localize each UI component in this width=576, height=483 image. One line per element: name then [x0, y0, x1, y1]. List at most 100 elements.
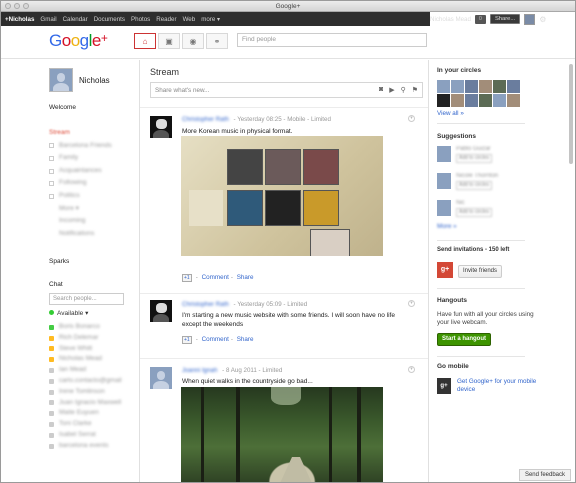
share-box[interactable]: Share what's new... ◙ ▶ ⚲ ⚑ [150, 82, 423, 98]
chat-contact[interactable]: Maite Euyuen [49, 408, 122, 419]
chat-contact[interactable]: Juan Ignacio Maxwell [49, 398, 122, 409]
post-menu-button[interactable]: ▾ [408, 300, 415, 307]
chat-contact[interactable]: Steve Whitt [49, 344, 122, 355]
link-icon[interactable]: ⚲ [401, 86, 406, 94]
chat-contact[interactable]: barcelona events [49, 441, 122, 452]
gbar-more[interactable]: more ▾ [201, 16, 220, 23]
comment-link[interactable]: Comment [202, 274, 229, 281]
suggestion-item[interactable]: Pablo Guizar Add to circles [437, 146, 493, 163]
circle-checkbox[interactable] [49, 168, 54, 174]
avatar[interactable] [493, 94, 506, 107]
suggestion-item[interactable]: Nic Add to circles [437, 200, 493, 217]
chat-contact[interactable]: Isabel Serrat [49, 430, 122, 441]
home-icon[interactable]: ⌂ [134, 33, 156, 49]
plus-one-button[interactable]: +1 [182, 336, 192, 344]
chat-contact[interactable]: Boris Bonarco [49, 322, 122, 333]
stream-filter-item[interactable]: Incoming [49, 215, 112, 228]
chat-contact[interactable]: Ian Mead [49, 365, 122, 376]
post-visibility[interactable]: Limited [287, 301, 307, 308]
scrollbar[interactable] [568, 60, 574, 470]
add-to-circles-button[interactable]: Add to circles [456, 207, 493, 217]
gbar-calendar[interactable]: Calendar [63, 16, 88, 23]
welcome-link[interactable]: Welcome [49, 104, 76, 111]
stream-filter-item[interactable]: Following [49, 177, 112, 190]
gbar-documents[interactable]: Documents [94, 16, 125, 23]
search-input[interactable]: Find people [237, 33, 427, 47]
suggestion-name[interactable]: Nic [456, 200, 492, 208]
minimize-window-button[interactable] [14, 3, 20, 9]
gear-icon[interactable]: ⚙ [539, 15, 546, 24]
circle-checkbox[interactable] [49, 181, 54, 187]
avatar[interactable] [465, 94, 478, 107]
camera-icon[interactable]: ◙ [379, 86, 383, 94]
gbar-avatar[interactable] [524, 13, 536, 25]
scrollbar-thumb[interactable] [569, 64, 573, 164]
post-menu-button[interactable]: ▾ [408, 115, 415, 122]
comment-link[interactable]: Comment [202, 336, 229, 343]
circle-checkbox[interactable] [49, 143, 54, 149]
gbar-photos[interactable]: Photos [131, 16, 150, 23]
stream-filter-item[interactable]: Family [49, 152, 112, 165]
more-suggestions-link[interactable]: More » [437, 223, 457, 230]
post-author[interactable]: Christopher Rath [182, 301, 229, 308]
chat-contact[interactable]: Irene Tomlinson [49, 387, 122, 398]
suggestion-name[interactable]: Pablo Guizar [456, 146, 492, 154]
chat-contact[interactable]: Rich Delemar [49, 333, 122, 344]
profile-summary[interactable]: Nicholas [49, 68, 110, 92]
post-time[interactable]: 8 Aug 2011 [226, 367, 257, 374]
profile-name[interactable]: Nicholas [79, 76, 110, 85]
avatar[interactable] [451, 80, 464, 93]
location-icon[interactable]: ⚑ [412, 86, 418, 94]
stream-filter-item[interactable]: Acquaintances [49, 165, 112, 178]
avatar[interactable] [493, 80, 506, 93]
zoom-window-button[interactable] [23, 3, 29, 9]
chat-status-select[interactable]: Available ▾ [49, 309, 88, 317]
get-mobile-link[interactable]: Get Google+ for your mobile device [457, 378, 537, 394]
gbar-plus-profile[interactable]: +Nicholas [5, 16, 34, 23]
post-menu-button[interactable]: ▾ [408, 366, 415, 373]
close-window-button[interactable] [5, 3, 11, 9]
post-author-avatar[interactable] [150, 300, 172, 322]
gbar-gmail[interactable]: Gmail [40, 16, 56, 23]
chat-contact[interactable]: carlo.contacto@gmail [49, 376, 122, 387]
gbar-share-button[interactable]: Share... [489, 14, 521, 24]
avatar[interactable] [507, 94, 520, 107]
stream-filter-item[interactable]: Politics [49, 190, 112, 203]
stream-filter-item[interactable]: Barcelona Friends [49, 140, 112, 153]
share-link[interactable]: Share [237, 336, 254, 343]
avatar[interactable] [479, 94, 492, 107]
notification-count[interactable]: 0 [474, 14, 486, 24]
stream-filter-item[interactable]: More ▾ [49, 203, 112, 216]
stream-filter-item[interactable]: Notifications [49, 228, 112, 241]
post-visibility[interactable]: Limited [262, 367, 282, 374]
avatar[interactable] [451, 94, 464, 107]
plus-one-button[interactable]: +1 [182, 274, 192, 282]
add-to-circles-button[interactable]: Add to circles [456, 180, 493, 190]
chat-search-input[interactable]: Search people... [49, 293, 124, 305]
post-time[interactable]: Yesterday 08:25 [237, 116, 282, 123]
avatar[interactable] [437, 200, 451, 216]
view-all-circles-link[interactable]: View all » [437, 110, 464, 117]
gbar-reader[interactable]: Reader [156, 16, 176, 23]
share-link[interactable]: Share [237, 274, 254, 281]
circle-checkbox[interactable] [49, 193, 54, 199]
post-author-avatar[interactable] [150, 116, 172, 138]
add-to-circles-button[interactable]: Add to circles [456, 153, 493, 163]
video-icon[interactable]: ▶ [389, 86, 394, 94]
post-author[interactable]: Joanni Ignah [182, 367, 217, 374]
start-hangout-button[interactable]: Start a hangout [437, 333, 492, 346]
chat-contact[interactable]: Nicholas Mead [49, 354, 122, 365]
chat-contact[interactable]: Toni Clarke [49, 419, 122, 430]
sparks-link[interactable]: Sparks [49, 258, 69, 265]
avatar[interactable] [437, 80, 450, 93]
suggestion-item[interactable]: Nicole Thornton Add to circles [437, 173, 498, 190]
avatar[interactable] [437, 173, 451, 189]
post-author[interactable]: Christopher Rath [182, 116, 229, 123]
circle-checkbox[interactable] [49, 155, 54, 161]
post-author-avatar[interactable] [150, 367, 172, 389]
send-feedback-button[interactable]: Send feedback [518, 469, 571, 481]
avatar[interactable] [479, 80, 492, 93]
avatar[interactable] [49, 68, 73, 92]
avatar[interactable] [437, 94, 450, 107]
post-photo-woods[interactable] [181, 387, 383, 482]
